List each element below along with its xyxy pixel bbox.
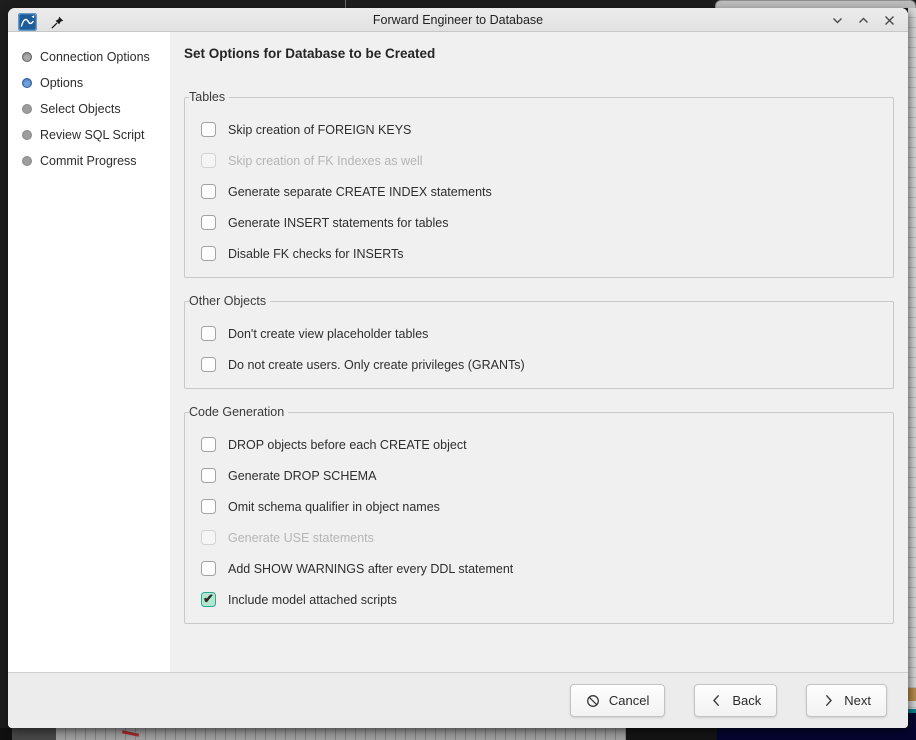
chevron-up-icon — [857, 14, 870, 27]
checkbox-row-omit-schema-qualifier[interactable]: Omit schema qualifier in object names — [201, 491, 881, 522]
checkbox-row-add-show-warnings[interactable]: Add SHOW WARNINGS after every DDL statem… — [201, 553, 881, 584]
checkbox-label: Include model attached scripts — [228, 593, 397, 607]
cancel-icon — [586, 694, 600, 708]
unshade-window-button[interactable] — [857, 14, 870, 27]
background-app-bottom-strip — [0, 728, 916, 740]
background-fragment — [12, 728, 56, 740]
sidebar-item-review-sql-script[interactable]: Review SQL Script — [8, 122, 170, 148]
checkbox-row-drop-before-create[interactable]: DROP objects before each CREATE object — [201, 429, 881, 460]
background-app-top-strip — [0, 0, 916, 8]
checkbox-label: Generate DROP SCHEMA — [228, 469, 376, 483]
checkbox-label: Don't create view placeholder tables — [228, 327, 428, 341]
checkbox-row-no-view-placeholders[interactable]: Don't create view placeholder tables — [201, 318, 881, 349]
checkbox-row-disable-fk-checks[interactable]: Disable FK checks for INSERTs — [201, 238, 881, 269]
checkbox[interactable] — [201, 468, 216, 483]
checkbox-label: DROP objects before each CREATE object — [228, 438, 467, 452]
checkbox-row-skip-foreign-keys[interactable]: Skip creation of FOREIGN KEYS — [201, 114, 881, 145]
cancel-button[interactable]: Cancel — [570, 684, 665, 717]
checkbox[interactable] — [201, 592, 216, 607]
wizard-steps-sidebar: Connection Options Options Select Object… — [8, 32, 170, 672]
checkbox — [201, 153, 216, 168]
group-legend: Code Generation — [189, 405, 288, 419]
step-label: Options — [40, 76, 83, 90]
step-dot-icon — [22, 130, 32, 140]
sidebar-item-connection-options[interactable]: Connection Options — [8, 44, 170, 70]
page-title: Set Options for Database to be Created — [184, 46, 894, 61]
sidebar-item-options[interactable]: Options — [8, 70, 170, 96]
sidebar-item-commit-progress[interactable]: Commit Progress — [8, 148, 170, 174]
background-fragment — [626, 728, 717, 740]
checkbox[interactable] — [201, 215, 216, 230]
step-dot-icon — [22, 78, 32, 88]
checkbox-label: Generate INSERT statements for tables — [228, 216, 448, 230]
step-dot-icon — [22, 156, 32, 166]
checkbox[interactable] — [201, 499, 216, 514]
step-dot-icon — [22, 52, 32, 62]
window-controls — [831, 8, 896, 32]
checkbox-label: Add SHOW WARNINGS after every DDL statem… — [228, 562, 513, 576]
shade-window-button[interactable] — [831, 14, 844, 27]
checkbox-row-include-model-scripts[interactable]: Include model attached scripts — [201, 584, 881, 615]
chevron-right-icon — [822, 694, 835, 707]
checkbox[interactable] — [201, 437, 216, 452]
checkbox[interactable] — [201, 184, 216, 199]
step-label: Select Objects — [40, 102, 121, 116]
background-fragment — [0, 728, 12, 740]
forward-engineer-dialog: Forward Engineer to Database Connection … — [8, 8, 908, 728]
dialog-footer: Cancel Back Next — [8, 672, 908, 728]
checkbox-label: Skip creation of FOREIGN KEYS — [228, 123, 411, 137]
background-divider — [345, 0, 346, 8]
step-dot-icon — [22, 104, 32, 114]
group-legend: Other Objects — [189, 294, 270, 308]
checkbox-row-separate-create-index[interactable]: Generate separate CREATE INDEX statement… — [201, 176, 881, 207]
close-window-button[interactable] — [883, 14, 896, 27]
checkbox[interactable] — [201, 357, 216, 372]
step-label: Connection Options — [40, 50, 150, 64]
checkbox-label: Generate USE statements — [228, 531, 374, 545]
checkbox[interactable] — [201, 246, 216, 261]
close-icon — [883, 14, 896, 27]
tables-group: Tables Skip creation of FOREIGN KEYS Ski… — [184, 90, 894, 278]
background-app-right-strip — [908, 8, 916, 740]
dialog-title: Forward Engineer to Database — [8, 13, 908, 27]
checkbox-row-generate-use-statements: Generate USE statements — [201, 522, 881, 553]
checkbox-label: Do not create users. Only create privile… — [228, 358, 525, 372]
next-button[interactable]: Next — [806, 684, 887, 717]
background-fragment — [717, 728, 916, 740]
background-canvas-ruler — [56, 728, 626, 740]
checkbox-label: Generate separate CREATE INDEX statement… — [228, 185, 492, 199]
step-label: Review SQL Script — [40, 128, 144, 142]
checkbox-row-skip-fk-indexes: Skip creation of FK Indexes as well — [201, 145, 881, 176]
checkbox-label: Omit schema qualifier in object names — [228, 500, 440, 514]
group-legend: Tables — [189, 90, 229, 104]
checkbox-row-generate-insert[interactable]: Generate INSERT statements for tables — [201, 207, 881, 238]
other-objects-group: Other Objects Don't create view placehol… — [184, 294, 894, 389]
checkbox[interactable] — [201, 122, 216, 137]
sidebar-item-select-objects[interactable]: Select Objects — [8, 96, 170, 122]
checkbox-row-no-create-users[interactable]: Do not create users. Only create privile… — [201, 349, 881, 380]
back-button[interactable]: Back — [694, 684, 777, 717]
button-label: Next — [844, 693, 871, 708]
checkbox — [201, 530, 216, 545]
checkbox-label: Skip creation of FK Indexes as well — [228, 154, 423, 168]
checkbox-label: Disable FK checks for INSERTs — [228, 247, 404, 261]
background-fragment — [908, 688, 916, 701]
checkbox[interactable] — [201, 561, 216, 576]
step-label: Commit Progress — [40, 154, 137, 168]
chevron-left-icon — [710, 694, 723, 707]
code-generation-group: Code Generation DROP objects before each… — [184, 405, 894, 624]
options-page: Set Options for Database to be Created T… — [170, 32, 908, 672]
button-label: Back — [732, 693, 761, 708]
checkbox-row-generate-drop-schema[interactable]: Generate DROP SCHEMA — [201, 460, 881, 491]
chevron-down-icon — [831, 14, 844, 27]
checkbox[interactable] — [201, 326, 216, 341]
dialog-titlebar[interactable]: Forward Engineer to Database — [8, 8, 908, 32]
background-panel-edge — [715, 0, 916, 8]
button-label: Cancel — [609, 693, 649, 708]
